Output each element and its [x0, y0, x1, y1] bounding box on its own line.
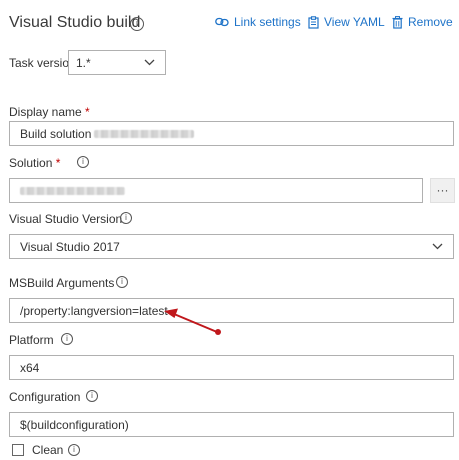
platform-label: Platform	[9, 333, 54, 347]
solution-input[interactable]	[9, 178, 423, 203]
browse-button[interactable]: ···	[430, 178, 455, 203]
vs-version-label: Visual Studio Version	[9, 212, 123, 226]
info-icon[interactable]: i	[86, 390, 98, 402]
info-icon[interactable]: i	[116, 276, 128, 288]
info-icon[interactable]: i	[120, 212, 132, 224]
redacted-text	[20, 186, 125, 195]
msbuild-args-value: /property:langversion=latest	[20, 303, 168, 318]
clean-label: Clean	[32, 443, 64, 457]
redacted-text	[94, 129, 195, 138]
annotation-arrow	[164, 308, 221, 335]
task-version-value: 1.*	[76, 55, 91, 70]
view-yaml-label: View YAML	[324, 15, 385, 29]
platform-input[interactable]: x64	[9, 355, 454, 380]
display-name-input[interactable]: Build solution	[9, 121, 454, 146]
configuration-value: $(buildconfiguration)	[20, 417, 129, 432]
vs-version-value: Visual Studio 2017	[20, 239, 120, 254]
display-name-label: Display name *	[9, 105, 90, 119]
chevron-down-icon	[432, 243, 443, 249]
platform-value: x64	[20, 360, 40, 375]
required-marker: *	[55, 156, 61, 170]
info-icon[interactable]: i	[68, 444, 80, 456]
view-yaml-button[interactable]: View YAML	[308, 15, 385, 29]
trash-icon	[392, 15, 403, 29]
msbuild-args-input[interactable]: /property:langversion=latest	[9, 298, 454, 323]
remove-label: Remove	[408, 15, 453, 29]
clipboard-icon	[308, 15, 319, 29]
task-version-select[interactable]: 1.*	[68, 50, 166, 75]
chevron-down-icon	[144, 59, 155, 65]
remove-button[interactable]: Remove	[392, 15, 453, 29]
clean-checkbox[interactable]	[12, 444, 24, 456]
configuration-label: Configuration	[9, 390, 81, 404]
vs-version-select[interactable]: Visual Studio 2017	[9, 234, 454, 259]
link-settings-label: Link settings	[234, 15, 301, 29]
info-icon[interactable]: i	[77, 156, 89, 168]
solution-label: Solution *	[9, 156, 61, 170]
link-icon	[215, 17, 229, 27]
msbuild-args-label: MSBuild Arguments	[9, 276, 115, 290]
link-settings-button[interactable]: Link settings	[215, 15, 301, 29]
required-marker: *	[85, 105, 90, 119]
task-version-label: Task version	[9, 56, 76, 70]
info-icon[interactable]: i	[61, 333, 73, 345]
task-title: Visual Studio build	[9, 14, 141, 31]
info-icon[interactable]: i	[130, 17, 144, 31]
configuration-input[interactable]: $(buildconfiguration)	[9, 412, 454, 437]
display-name-value: Build solution	[20, 126, 92, 141]
